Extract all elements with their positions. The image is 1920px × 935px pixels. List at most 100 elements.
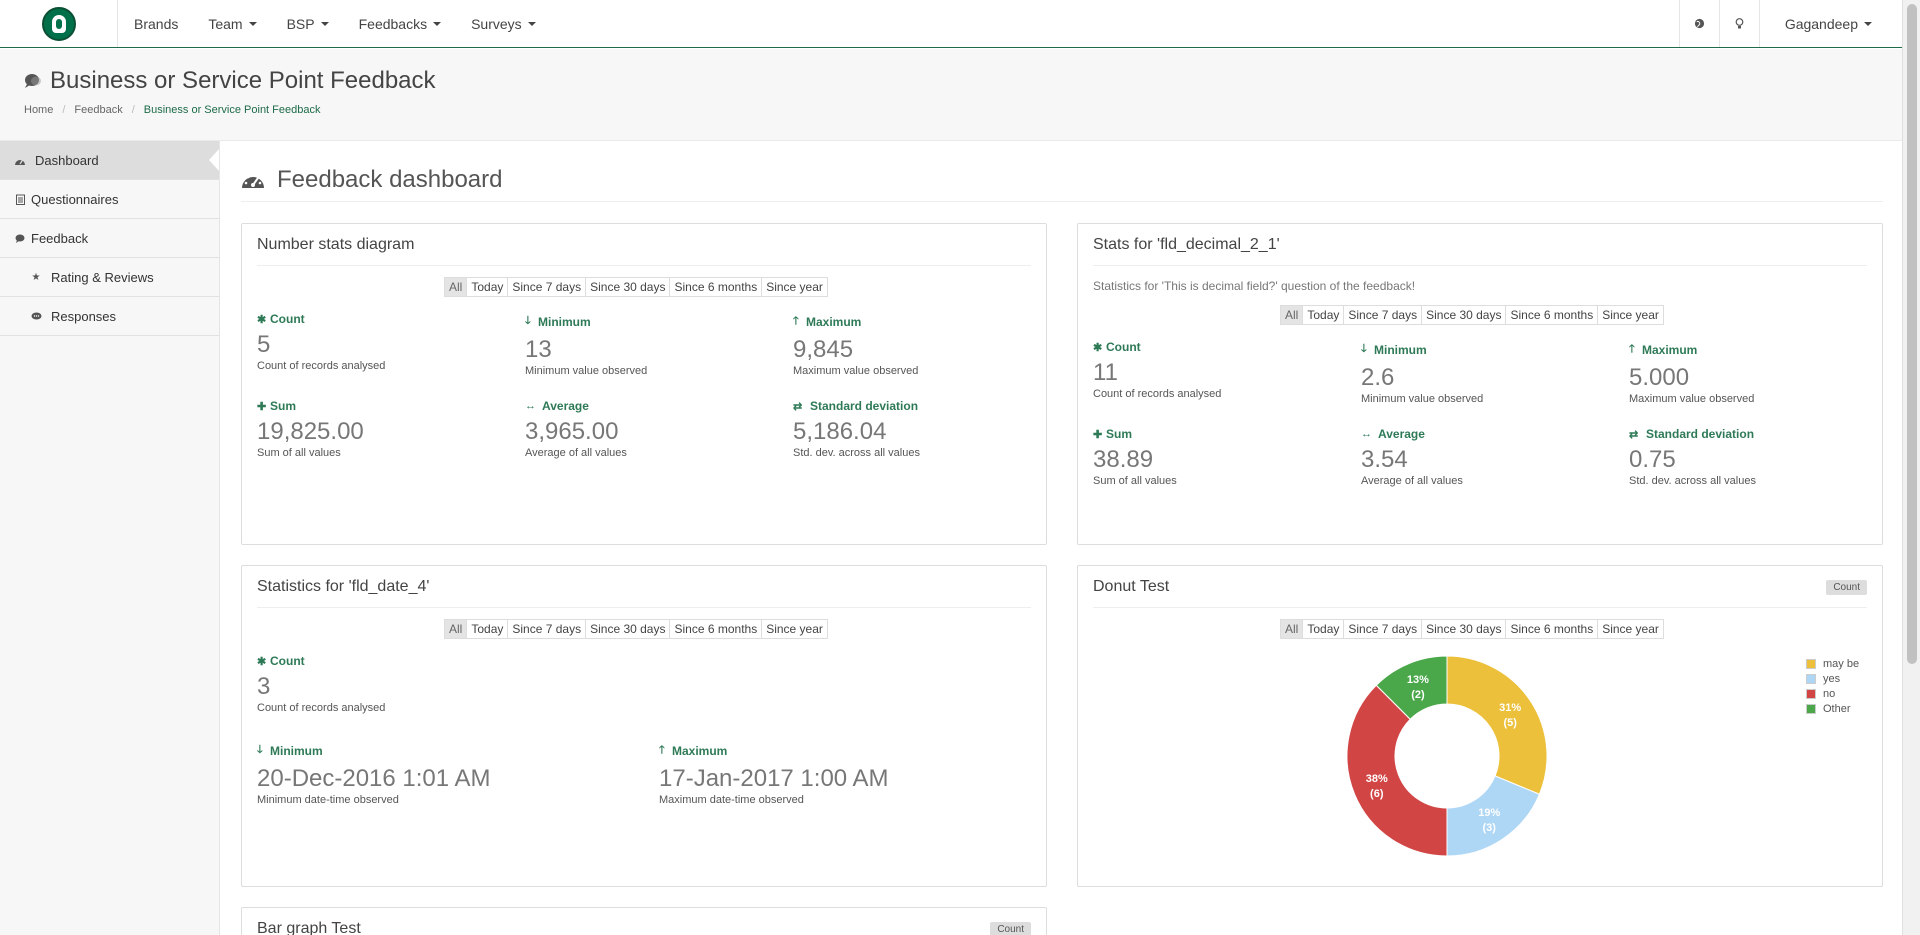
filter-all[interactable]: All bbox=[444, 619, 468, 639]
filter-6-months[interactable]: Since 6 months bbox=[1505, 305, 1599, 325]
arrows-horizontal-icon: ↔ bbox=[1361, 428, 1372, 440]
filter-7-days[interactable]: Since 7 days bbox=[1343, 619, 1423, 639]
globe-icon bbox=[1694, 18, 1704, 29]
stat-value: 20-Dec-2016 1:01 AM bbox=[257, 765, 491, 792]
stat-desc: Minimum value observed bbox=[1361, 393, 1484, 405]
language-button[interactable] bbox=[1678, 0, 1719, 47]
stat-value: 17-Jan-2017 1:00 AM bbox=[659, 765, 889, 792]
filter-30-days[interactable]: Since 30 days bbox=[1421, 619, 1507, 639]
donut-slice-may-be[interactable] bbox=[1446, 655, 1548, 795]
nav-team[interactable]: Team bbox=[208, 15, 257, 32]
nav-bsp[interactable]: BSP bbox=[287, 16, 329, 32]
filter-today[interactable]: Today bbox=[1302, 305, 1345, 325]
exchange-icon: ⇄ bbox=[793, 400, 803, 413]
legend-item[interactable]: Other bbox=[1806, 701, 1859, 716]
filter-all[interactable]: All bbox=[1280, 619, 1304, 639]
stat-label: Count bbox=[1106, 340, 1141, 354]
page-header: Business or Service Point Feedback Home … bbox=[0, 49, 1902, 141]
breadcrumb-feedback[interactable]: Feedback bbox=[74, 104, 122, 116]
brand-logo[interactable] bbox=[0, 0, 118, 47]
nav-brands[interactable]: Brands bbox=[134, 16, 178, 32]
stat-label: Minimum bbox=[270, 743, 323, 758]
asterisk-icon: ✱ bbox=[1093, 341, 1103, 354]
stat-std-dev: ⇄ Standard deviation 5,186.04 Std. dev. a… bbox=[793, 399, 920, 459]
nav-surveys[interactable]: Surveys bbox=[471, 16, 536, 32]
filter-all[interactable]: All bbox=[444, 277, 468, 297]
breadcrumb-home[interactable]: Home bbox=[24, 104, 53, 116]
stat-label: Sum bbox=[1106, 427, 1133, 441]
stat-minimum: 🡓 Minimum 2.6 Minimum value observed bbox=[1361, 340, 1484, 406]
starbucks-logo-icon bbox=[41, 6, 76, 41]
stat-value: 3 bbox=[257, 673, 271, 700]
clipboard-icon bbox=[14, 193, 26, 205]
donut-percent-label: 31% bbox=[1499, 702, 1521, 714]
filter-today[interactable]: Today bbox=[1302, 619, 1345, 639]
breadcrumb: Home / Feedback / Business or Service Po… bbox=[24, 104, 320, 116]
legend-item[interactable]: no bbox=[1806, 686, 1859, 701]
sidebar-item-responses[interactable]: Responses bbox=[0, 297, 219, 336]
nav-feedbacks[interactable]: Feedbacks bbox=[358, 15, 442, 32]
arrow-up-icon: 🡑 bbox=[659, 744, 665, 756]
filter-7-days[interactable]: Since 7 days bbox=[507, 619, 587, 639]
scrollbar-thumb[interactable] bbox=[1907, 4, 1917, 664]
filter-7-days[interactable]: Since 7 days bbox=[1343, 305, 1423, 325]
caret-down-icon bbox=[320, 21, 329, 26]
date-stats-panel: Statistics for 'fld_date_4' All Today Si… bbox=[241, 565, 1047, 887]
sidebar-item-dashboard[interactable]: Dashboard bbox=[0, 141, 219, 180]
stat-maximum: 🡑 Maximum 5.000 Maximum value observed bbox=[1629, 340, 1754, 406]
filter-today[interactable]: Today bbox=[466, 277, 509, 297]
filter-year[interactable]: Since year bbox=[761, 277, 828, 297]
legend-item[interactable]: yes bbox=[1806, 671, 1859, 686]
filter-year[interactable]: Since year bbox=[1597, 305, 1664, 325]
panel-title: Stats for 'fld_decimal_2_1' bbox=[1093, 236, 1867, 266]
stat-value: 5,186.04 bbox=[793, 418, 887, 445]
page-scrollbar[interactable] bbox=[1902, 0, 1920, 935]
legend-swatch bbox=[1806, 673, 1816, 684]
nav-team-label: Team bbox=[208, 15, 243, 32]
donut-slice-no[interactable] bbox=[1346, 684, 1448, 857]
exchange-icon: ⇄ bbox=[1629, 428, 1639, 441]
stat-value: 0.75 bbox=[1629, 446, 1676, 473]
filter-year[interactable]: Since year bbox=[1597, 619, 1664, 639]
filter-6-months[interactable]: Since 6 months bbox=[1505, 619, 1599, 639]
filter-today[interactable]: Today bbox=[466, 619, 509, 639]
nav-brands-label: Brands bbox=[134, 15, 179, 32]
filter-7-days[interactable]: Since 7 days bbox=[507, 277, 587, 297]
legend-item[interactable]: may be bbox=[1806, 656, 1859, 671]
sidebar-item-label: Questionnaires bbox=[31, 191, 119, 207]
legend-label: yes bbox=[1823, 672, 1841, 685]
stat-value: 2.6 bbox=[1361, 364, 1395, 391]
number-stats-panel: Number stats diagram All Today Since 7 d… bbox=[241, 223, 1047, 545]
stat-label: Maximum bbox=[672, 743, 728, 758]
panel-title: Donut Test Count bbox=[1093, 578, 1867, 608]
nav-feedbacks-label: Feedbacks bbox=[358, 15, 428, 32]
arrow-up-icon: 🡑 bbox=[793, 315, 799, 327]
donut-count-label: (3) bbox=[1482, 822, 1496, 834]
sidebar-item-feedback[interactable]: Feedback bbox=[0, 219, 219, 258]
caret-down-icon bbox=[248, 21, 257, 26]
sidebar-item-rating-reviews[interactable]: ★ Rating & Reviews bbox=[0, 258, 219, 297]
plus-icon: ✚ bbox=[1093, 428, 1103, 441]
filter-30-days[interactable]: Since 30 days bbox=[585, 619, 671, 639]
dashboard-title: Feedback dashboard bbox=[241, 158, 1883, 202]
filter-30-days[interactable]: Since 30 days bbox=[585, 277, 671, 297]
time-filter-group: All Today Since 7 days Since 30 days Sin… bbox=[444, 277, 828, 297]
filter-6-months[interactable]: Since 6 months bbox=[669, 277, 763, 297]
stat-sum: ✚ Sum 38.89 Sum of all values bbox=[1093, 427, 1177, 487]
stat-label: Minimum bbox=[538, 314, 591, 329]
filter-year[interactable]: Since year bbox=[761, 619, 828, 639]
filter-6-months[interactable]: Since 6 months bbox=[669, 619, 763, 639]
sidebar-item-questionnaires[interactable]: Questionnaires bbox=[0, 180, 219, 219]
stat-label: Sum bbox=[270, 399, 297, 413]
stat-desc: Count of records analysed bbox=[257, 360, 386, 372]
sidebar-item-label: Responses bbox=[51, 308, 117, 324]
filter-all[interactable]: All bbox=[1280, 305, 1304, 325]
stat-value: 11 bbox=[1093, 359, 1118, 386]
stat-label: Count bbox=[270, 312, 305, 326]
comments-icon bbox=[25, 74, 41, 88]
filter-30-days[interactable]: Since 30 days bbox=[1421, 305, 1507, 325]
user-menu[interactable]: Gagandeep bbox=[1758, 0, 1902, 47]
time-filter-group: All Today Since 7 days Since 30 days Sin… bbox=[1280, 305, 1664, 325]
stat-desc: Maximum value observed bbox=[793, 365, 919, 377]
tips-button[interactable] bbox=[1718, 0, 1759, 47]
